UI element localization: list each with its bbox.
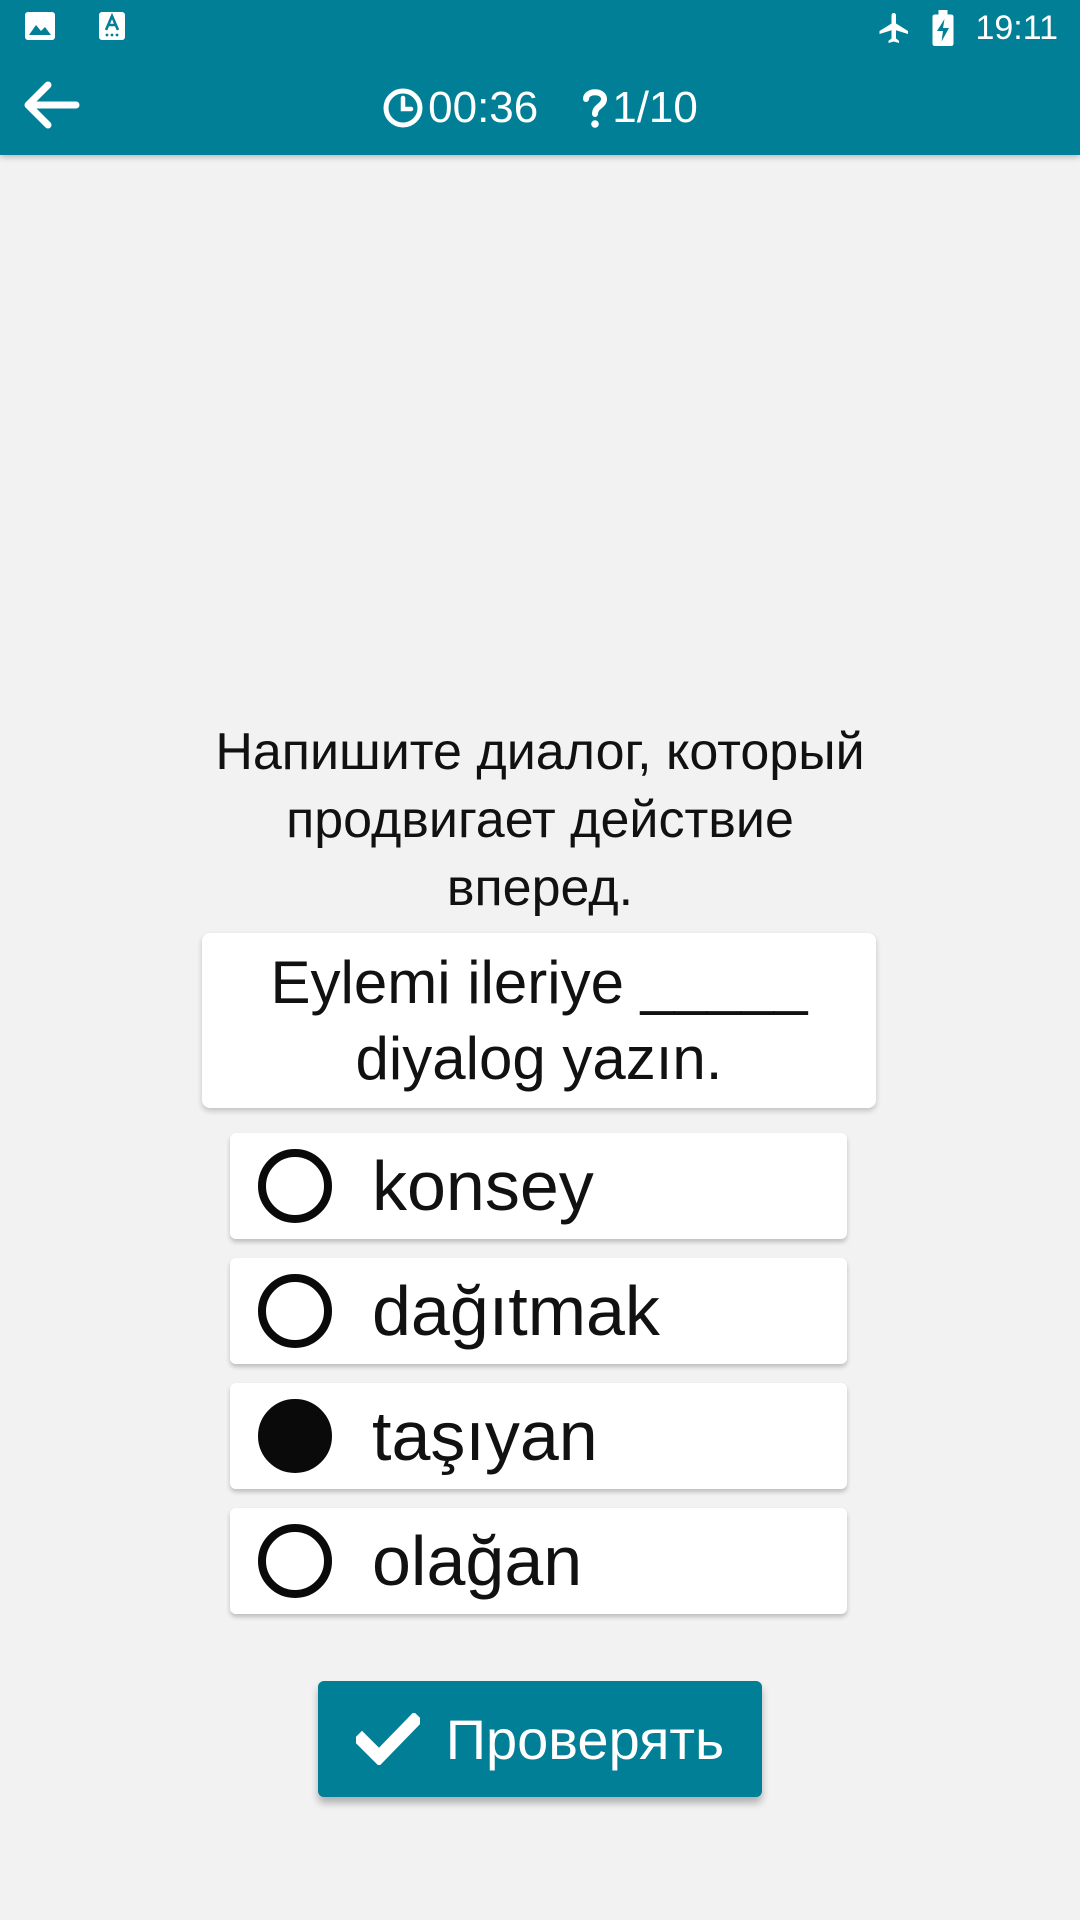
option-label: dağıtmak bbox=[372, 1272, 660, 1350]
check-button-label: Проверять bbox=[445, 1707, 725, 1771]
font-icon bbox=[99, 12, 125, 40]
option-tasiyan[interactable]: taşıyan bbox=[230, 1383, 847, 1489]
status-bar: 19:11 bbox=[0, 0, 1080, 55]
option-konsey[interactable]: konsey bbox=[230, 1133, 847, 1239]
clock-icon bbox=[383, 88, 423, 128]
question-card: Eylemi ileriye _____ diyalog yazın. bbox=[202, 933, 876, 1108]
battery-charging-icon bbox=[932, 10, 954, 46]
progress-value: 1/10 bbox=[612, 83, 698, 132]
question-line: Eylemi ileriye _____ bbox=[270, 948, 808, 1016]
airplane-icon bbox=[879, 13, 909, 43]
question-progress: 1/10 bbox=[582, 83, 698, 133]
option-label: taşıyan bbox=[372, 1397, 598, 1475]
checkmark-icon bbox=[355, 1713, 420, 1765]
quiz-info: 00:36 1/10 bbox=[0, 79, 1080, 137]
option-label: olağan bbox=[372, 1522, 583, 1600]
radio-unchecked-icon[interactable] bbox=[258, 1524, 332, 1598]
check-button[interactable]: Проверять bbox=[318, 1681, 762, 1797]
timer-value: 00:36 bbox=[428, 83, 539, 132]
question-mark-icon bbox=[583, 89, 608, 128]
timer: 00:36 bbox=[382, 83, 538, 133]
status-time: 19:11 bbox=[975, 8, 1058, 47]
option-dagitmak[interactable]: dağıtmak bbox=[230, 1258, 847, 1364]
radio-checked-icon[interactable] bbox=[258, 1399, 332, 1473]
option-olagan[interactable]: olağan bbox=[230, 1508, 847, 1614]
question-line: diyalog yazın. bbox=[355, 1024, 723, 1092]
prompt-text: Напишите диалог, который продвигает дейс… bbox=[215, 723, 865, 917]
radio-unchecked-icon[interactable] bbox=[258, 1149, 332, 1223]
image-icon bbox=[25, 12, 55, 40]
option-label: konsey bbox=[372, 1147, 594, 1225]
radio-unchecked-icon[interactable] bbox=[258, 1274, 332, 1348]
app-bar: 19:11 00:36 1/10 bbox=[0, 0, 1080, 155]
